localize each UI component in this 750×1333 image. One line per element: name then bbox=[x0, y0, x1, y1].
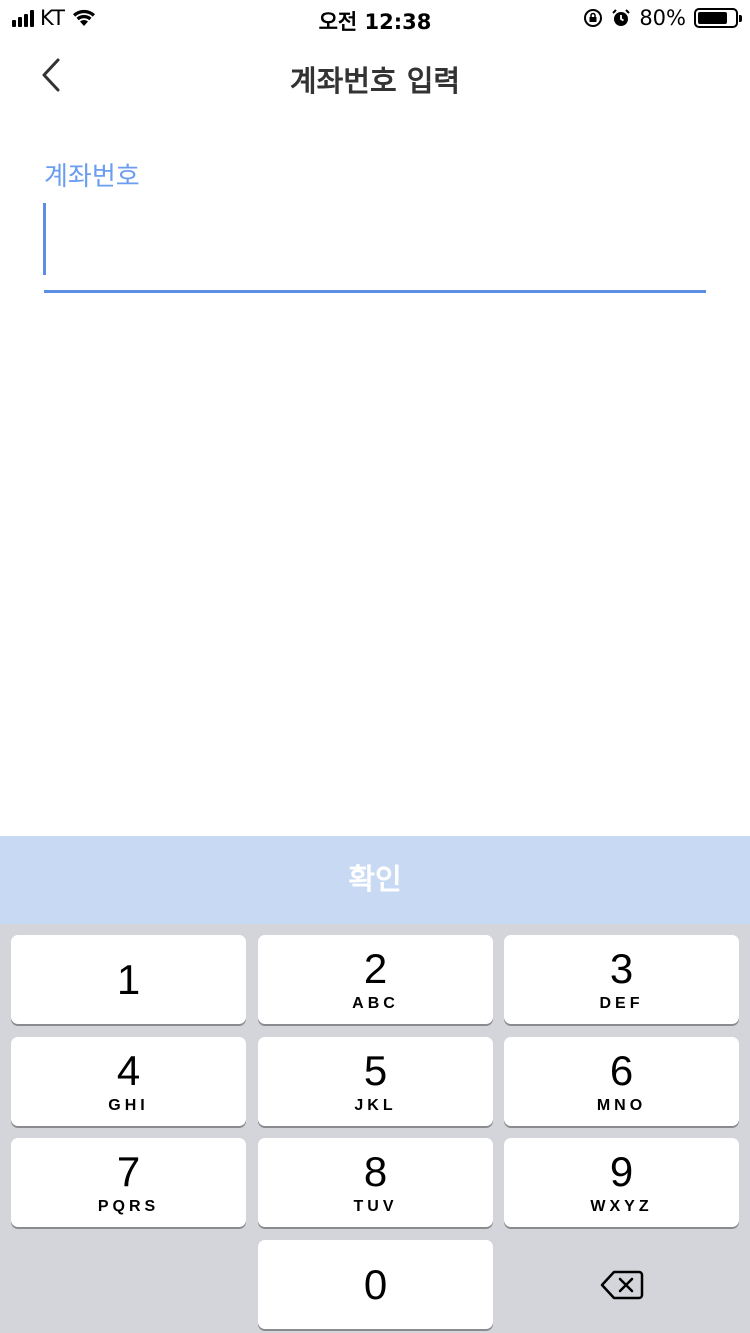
orientation-lock-icon bbox=[584, 9, 603, 27]
key-letters: JKL bbox=[354, 1096, 397, 1114]
key-1[interactable]: 1 bbox=[11, 935, 246, 1024]
delete-key[interactable] bbox=[504, 1240, 739, 1329]
key-4[interactable]: 4 GHI bbox=[11, 1037, 246, 1126]
account-number-label: 계좌번호 bbox=[44, 162, 140, 192]
battery-percent: 80% bbox=[639, 6, 686, 30]
key-digit: 7 bbox=[116, 1147, 141, 1195]
key-6[interactable]: 6 MNO bbox=[504, 1037, 739, 1126]
key-digit: 2 bbox=[363, 944, 388, 992]
status-bar: KT 오전 12:38 80% bbox=[0, 0, 750, 40]
key-digit: 5 bbox=[363, 1046, 388, 1094]
key-digit: 9 bbox=[609, 1147, 634, 1195]
navigation-bar: 계좌번호 입력 bbox=[0, 40, 750, 110]
key-0[interactable]: 0 bbox=[258, 1240, 493, 1329]
key-letters: WXYZ bbox=[590, 1197, 653, 1215]
key-digit: 3 bbox=[609, 944, 634, 992]
key-letters: GHI bbox=[108, 1096, 149, 1114]
key-blank bbox=[11, 1240, 246, 1329]
key-digit: 8 bbox=[363, 1147, 388, 1195]
status-right: 80% bbox=[583, 6, 742, 30]
battery-level bbox=[698, 12, 727, 24]
key-letters: TUV bbox=[353, 1197, 398, 1215]
key-letters: PQRS bbox=[97, 1197, 160, 1215]
key-digit: 0 bbox=[363, 1260, 388, 1308]
alarm-icon bbox=[612, 9, 631, 26]
numeric-keypad: 1 2 ABC 3 DEF 4 GHI 5 JKL 6 MNO 7 PQRS 8… bbox=[0, 924, 750, 1333]
account-number-screen: KT 오전 12:38 80% 계좌번호 입력 계좌번호 확인 1 2 ABC … bbox=[0, 0, 750, 1333]
key-digit: 4 bbox=[116, 1046, 141, 1094]
key-9[interactable]: 9 WXYZ bbox=[504, 1138, 739, 1227]
text-cursor bbox=[43, 203, 46, 275]
key-letters: MNO bbox=[596, 1096, 647, 1114]
confirm-button[interactable]: 확인 bbox=[0, 836, 750, 924]
key-2[interactable]: 2 ABC bbox=[258, 935, 493, 1024]
account-number-input[interactable] bbox=[44, 200, 706, 280]
key-letters: ABC bbox=[352, 994, 399, 1012]
key-digit: 6 bbox=[609, 1046, 634, 1094]
key-8[interactable]: 8 TUV bbox=[258, 1138, 493, 1227]
page-title: 계좌번호 입력 bbox=[289, 64, 461, 98]
key-7[interactable]: 7 PQRS bbox=[11, 1138, 246, 1227]
key-5[interactable]: 5 JKL bbox=[258, 1037, 493, 1126]
key-3[interactable]: 3 DEF bbox=[504, 935, 739, 1024]
input-underline bbox=[44, 290, 706, 293]
battery-icon bbox=[694, 8, 742, 28]
key-letters: DEF bbox=[599, 994, 644, 1012]
backspace-icon bbox=[600, 1270, 643, 1299]
key-digit: 1 bbox=[116, 955, 141, 1003]
